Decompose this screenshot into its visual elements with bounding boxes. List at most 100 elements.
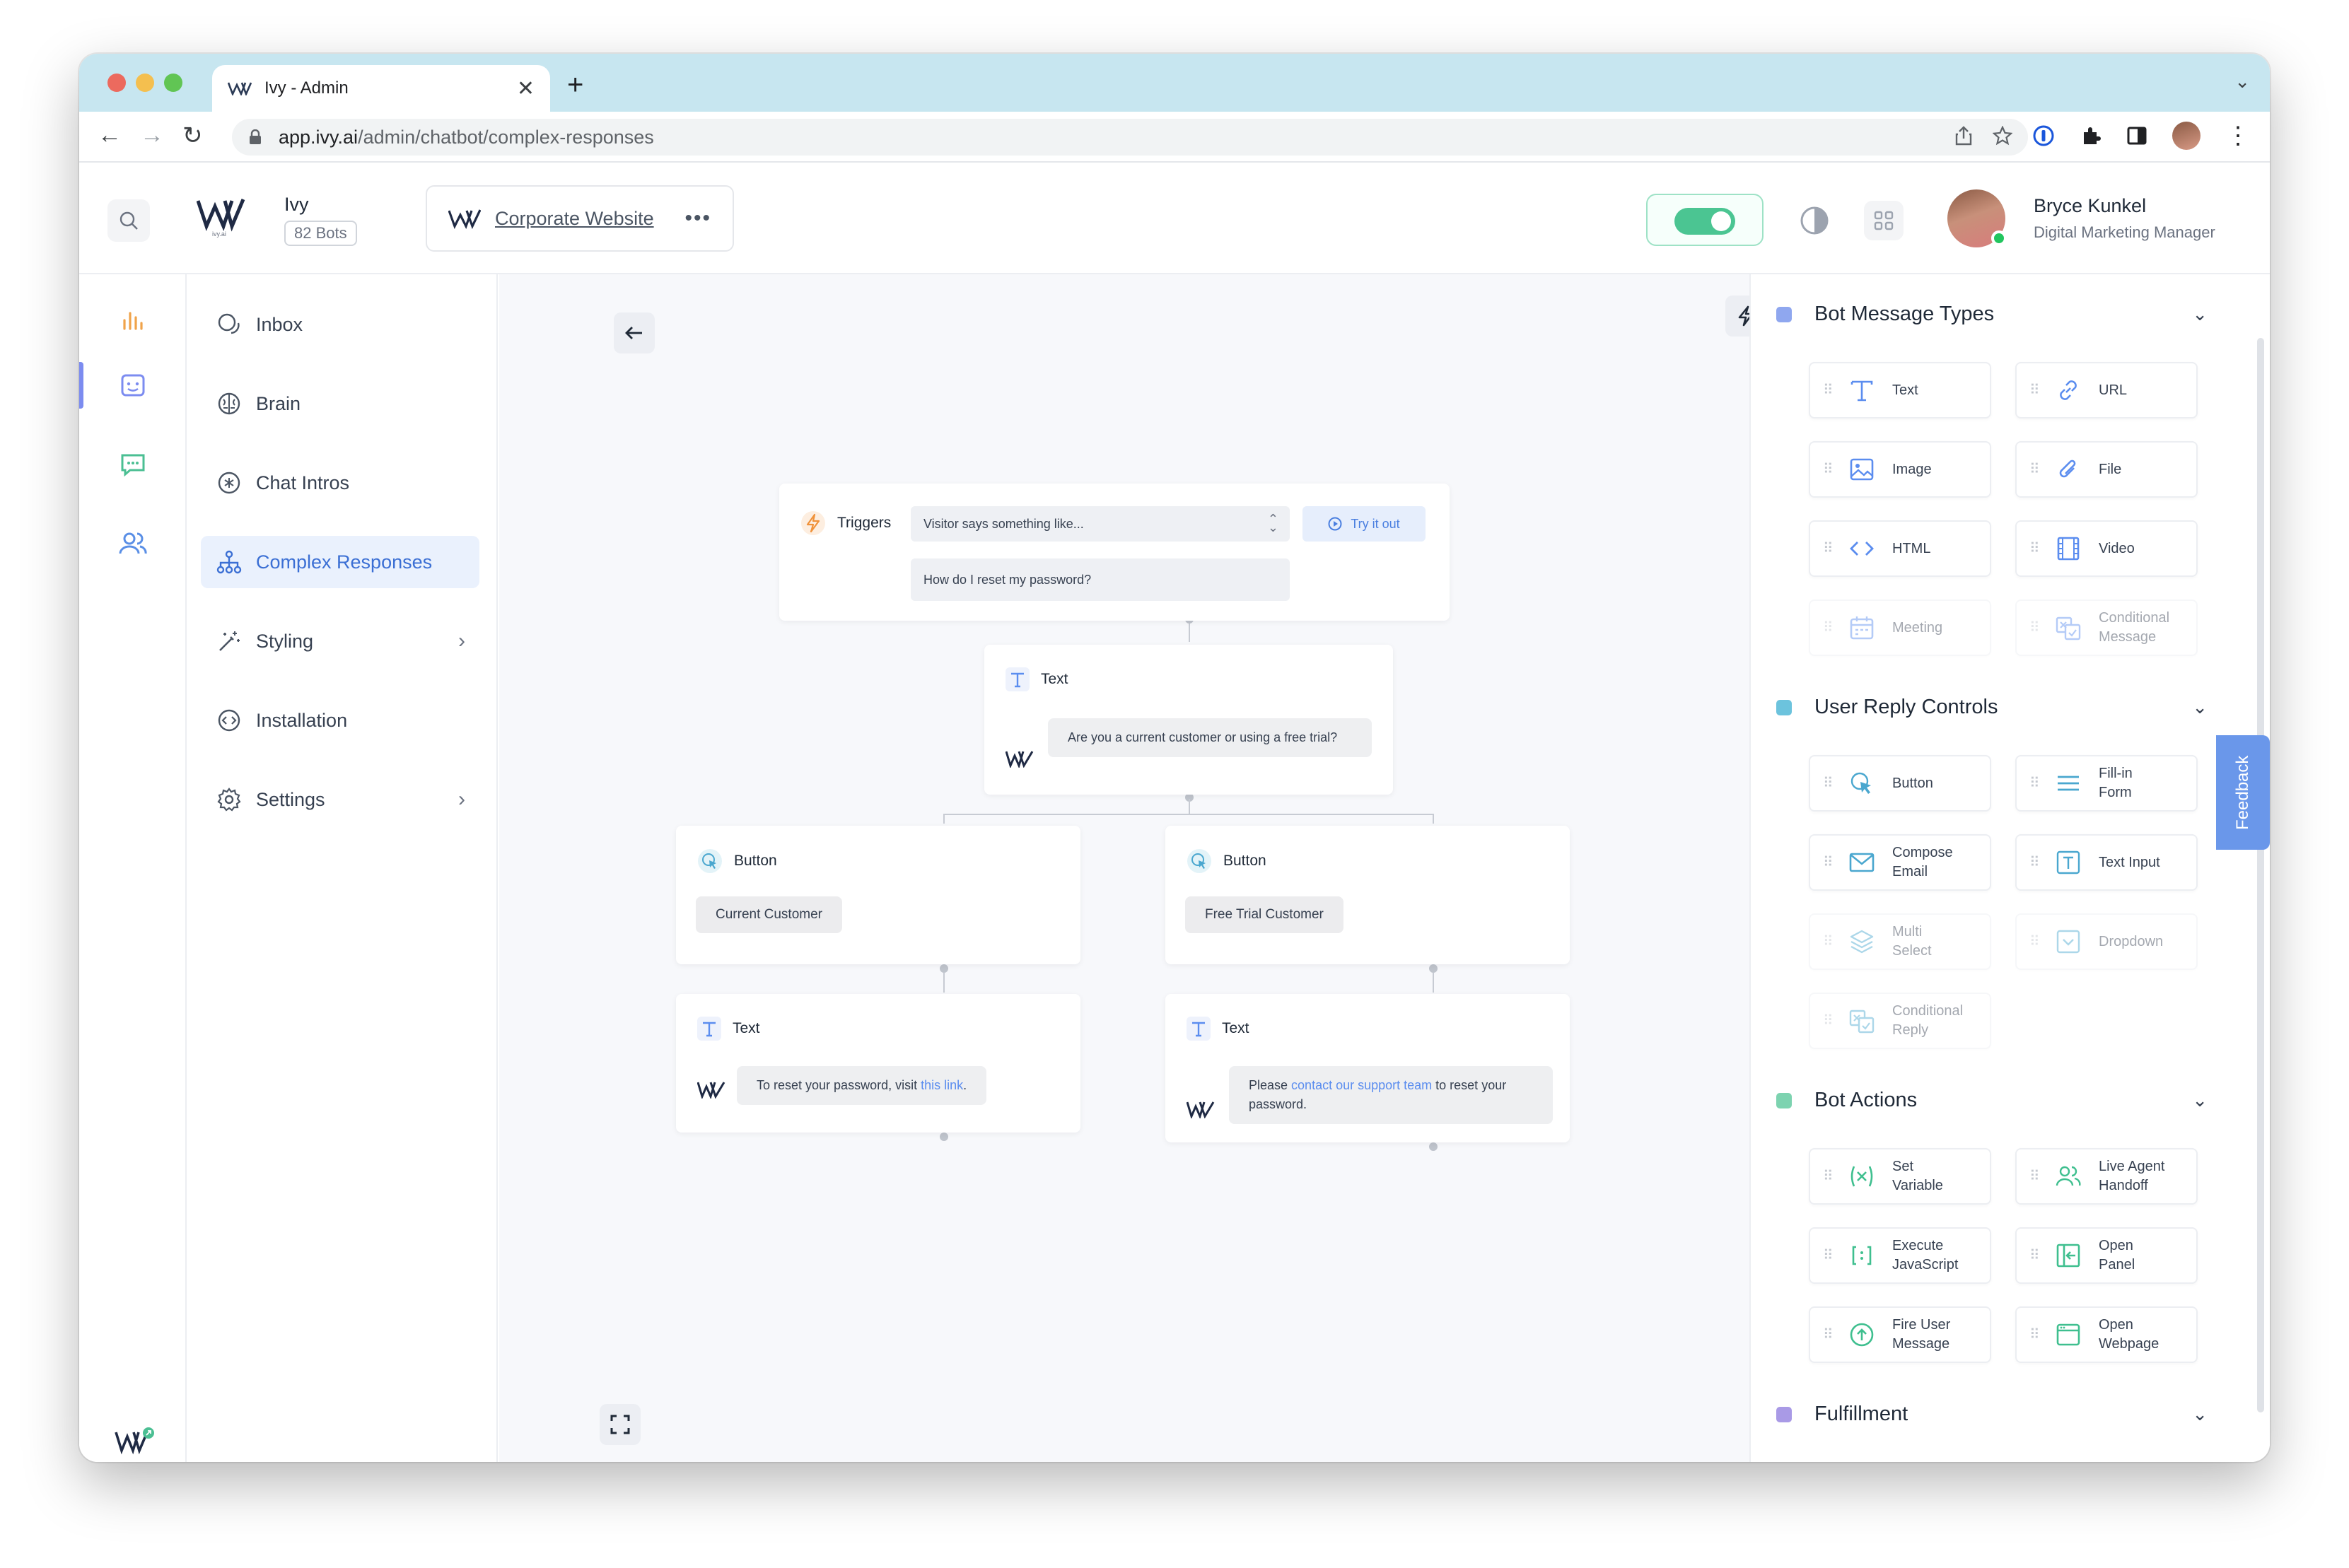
drag-handle-icon[interactable]: ⠿ xyxy=(2029,621,2040,635)
component-card-multi-select[interactable]: ⠿ Multi Select xyxy=(1809,913,1991,970)
side-panel-icon[interactable] xyxy=(2127,126,2147,146)
component-card-conditional-message[interactable]: ⠿ Conditional Message xyxy=(2015,599,2198,656)
nav-item-brain[interactable]: Brain xyxy=(201,378,479,430)
drag-handle-icon[interactable]: ⠿ xyxy=(1823,383,1834,397)
component-card-live-agent-handoff[interactable]: ⠿ Live Agent Handoff xyxy=(2015,1148,2198,1205)
rail-users[interactable] xyxy=(79,512,187,575)
close-tab-icon[interactable]: ✕ xyxy=(517,76,535,101)
panel-scrollbar[interactable] xyxy=(2257,338,2264,1412)
component-card-meeting[interactable]: ⠿ Meeting xyxy=(1809,599,1991,656)
nav-item-chat-intros[interactable]: Chat Intros xyxy=(201,457,479,509)
trigger-phrase-input[interactable]: How do I reset my password? xyxy=(911,558,1290,601)
feedback-tab[interactable]: Feedback xyxy=(2216,735,2270,850)
try-it-out-button[interactable]: Try it out xyxy=(1302,506,1426,542)
nav-item-installation[interactable]: Installation xyxy=(201,694,479,747)
maximize-window-button[interactable] xyxy=(164,74,182,92)
bookmark-star-icon[interactable] xyxy=(1993,126,2012,146)
drag-handle-icon[interactable]: ⠿ xyxy=(2029,542,2040,556)
rail-chatbot[interactable] xyxy=(79,353,187,417)
drag-handle-icon[interactable]: ⠿ xyxy=(2029,1169,2040,1183)
forward-button[interactable]: → xyxy=(140,122,164,149)
theme-button[interactable] xyxy=(1795,201,1834,240)
component-card-file[interactable]: ⠿ File xyxy=(2015,441,2198,498)
component-card-dropdown[interactable]: ⠿ Dropdown xyxy=(2015,913,2198,970)
component-card-video[interactable]: ⠿ Video xyxy=(2015,520,2198,577)
browser-menu-icon[interactable]: ⋮ xyxy=(2226,124,2250,148)
text-node[interactable]: Text Please contact our support team to … xyxy=(1165,994,1570,1142)
site-menu-icon[interactable]: ••• xyxy=(684,206,711,230)
component-card-open-webpage[interactable]: ⠿ Open Webpage xyxy=(2015,1306,2198,1363)
drag-handle-icon[interactable]: ⠿ xyxy=(2029,935,2040,949)
component-card-compose-email[interactable]: ⠿ Compose Email xyxy=(1809,834,1991,891)
back-button[interactable]: ← xyxy=(98,122,122,149)
drag-handle-icon[interactable]: ⠿ xyxy=(1823,1014,1834,1028)
drag-handle-icon[interactable]: ⠿ xyxy=(1823,1328,1834,1342)
reload-button[interactable]: ↻ xyxy=(182,122,203,150)
section-user-reply-controls[interactable]: User Reply Controls ⌄ xyxy=(1776,696,2208,719)
button-node[interactable]: Button Free Trial Customer xyxy=(1165,826,1570,964)
nav-item-settings[interactable]: Settings › xyxy=(201,773,479,826)
nav-item-styling[interactable]: Styling › xyxy=(201,615,479,667)
drag-handle-icon[interactable]: ⠿ xyxy=(2029,1248,2040,1263)
user-avatar[interactable] xyxy=(1947,189,2007,247)
drag-handle-icon[interactable]: ⠿ xyxy=(1823,776,1834,790)
search-button[interactable] xyxy=(107,199,150,242)
component-card-text-input[interactable]: ⠿ Text Input xyxy=(2015,834,2198,891)
text-node[interactable]: Text Are you a current customer or using… xyxy=(984,645,1393,795)
drag-handle-icon[interactable]: ⠿ xyxy=(1823,855,1834,870)
site-name-link[interactable]: Corporate Website xyxy=(495,208,684,230)
triggers-node[interactable]: Triggers Visitor says something like... … xyxy=(779,484,1450,621)
rail-conversations[interactable] xyxy=(79,433,187,496)
drag-handle-icon[interactable]: ⠿ xyxy=(2029,855,2040,870)
component-card-button[interactable]: ⠿ Button xyxy=(1809,755,1991,812)
component-card-text[interactable]: ⠿ Text xyxy=(1809,362,1991,419)
bot-active-toggle[interactable] xyxy=(1646,194,1764,246)
component-card-fill-in-form[interactable]: ⠿ Fill-in Form xyxy=(2015,755,2198,812)
tab-search-chevron-icon[interactable]: ⌄ xyxy=(2234,71,2250,93)
drag-handle-icon[interactable]: ⠿ xyxy=(2029,1328,2040,1342)
trigger-type-select[interactable]: Visitor says something like... ⌃ ⌄ xyxy=(911,506,1290,542)
flow-canvas[interactable]: Triggers Visitor says something like... … xyxy=(499,274,1766,1462)
ivy-rail-logo-icon[interactable] xyxy=(115,1427,157,1455)
drag-handle-icon[interactable]: ⠿ xyxy=(1823,935,1834,949)
share-icon[interactable] xyxy=(1954,126,1973,146)
component-card-execute-javascript[interactable]: ⠿ Execute JavaScript xyxy=(1809,1227,1991,1284)
drag-handle-icon[interactable]: ⠿ xyxy=(1823,1248,1834,1263)
drag-handle-icon[interactable]: ⠿ xyxy=(1823,1169,1834,1183)
new-tab-button[interactable]: + xyxy=(567,71,583,99)
reply-button-chip[interactable]: Free Trial Customer xyxy=(1185,896,1343,933)
component-card-html[interactable]: ⠿ HTML xyxy=(1809,520,1991,577)
nav-item-complex-responses[interactable]: Complex Responses xyxy=(201,536,479,588)
section-bot-message-types[interactable]: Bot Message Types ⌄ xyxy=(1776,303,2208,326)
apps-button[interactable] xyxy=(1864,201,1904,240)
component-card-conditional-reply[interactable]: ⠿ Conditional Reply xyxy=(1809,993,1991,1049)
drag-handle-icon[interactable]: ⠿ xyxy=(2029,462,2040,476)
drag-handle-icon[interactable]: ⠿ xyxy=(2029,776,2040,790)
component-card-image[interactable]: ⠿ Image xyxy=(1809,441,1991,498)
component-card-url[interactable]: ⠿ URL xyxy=(2015,362,2198,419)
message-link[interactable]: contact our support team xyxy=(1291,1078,1432,1092)
drag-handle-icon[interactable]: ⠿ xyxy=(1823,542,1834,556)
component-card-set-variable[interactable]: ⠿ Set Variable xyxy=(1809,1148,1991,1205)
component-card-open-panel[interactable]: ⠿ Open Panel xyxy=(2015,1227,2198,1284)
nav-item-inbox[interactable]: Inbox xyxy=(201,298,479,351)
back-arrow-button[interactable] xyxy=(614,312,655,353)
close-window-button[interactable] xyxy=(107,74,126,92)
browser-tab[interactable]: Ivy - Admin ✕ xyxy=(212,65,550,112)
drag-handle-icon[interactable]: ⠿ xyxy=(1823,621,1834,635)
drag-handle-icon[interactable]: ⠿ xyxy=(2029,383,2040,397)
text-node[interactable]: Text To reset your password, visit this … xyxy=(676,994,1080,1133)
drag-handle-icon[interactable]: ⠿ xyxy=(1823,462,1834,476)
minimize-window-button[interactable] xyxy=(136,74,154,92)
reply-button-chip[interactable]: Current Customer xyxy=(696,896,842,933)
rail-analytics[interactable] xyxy=(79,290,187,353)
button-node[interactable]: Button Current Customer xyxy=(676,826,1080,964)
message-link[interactable]: this link xyxy=(921,1078,963,1092)
extensions-icon[interactable] xyxy=(2080,125,2102,146)
section-fulfillment[interactable]: Fulfillment ⌄ xyxy=(1776,1403,2208,1426)
profile-avatar-icon[interactable] xyxy=(2172,122,2201,150)
section-bot-actions[interactable]: Bot Actions ⌄ xyxy=(1776,1089,2208,1112)
password-manager-icon[interactable] xyxy=(2032,124,2055,147)
site-picker[interactable]: Corporate Website ••• xyxy=(426,185,734,252)
component-card-fire-user-message[interactable]: ⠿ Fire User Message xyxy=(1809,1306,1991,1363)
